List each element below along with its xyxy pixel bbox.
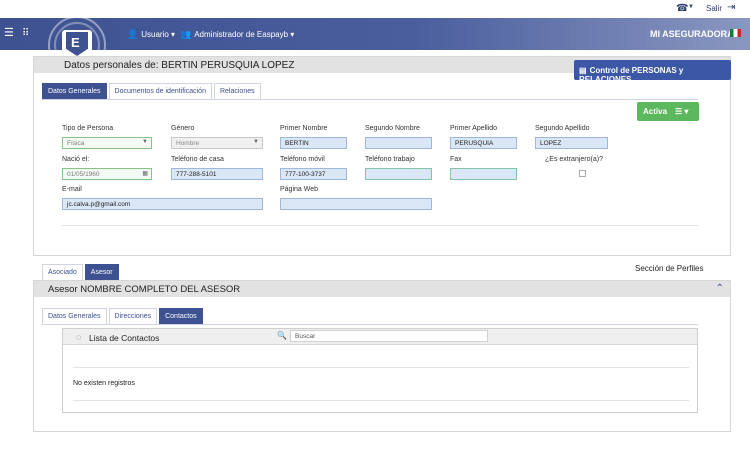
page-title: Datos personales de: BERTIN PERUSQUIA LO… (64, 60, 295, 71)
segundo-apellido-field[interactable]: LOPEZ (535, 137, 608, 149)
logout-link[interactable]: Salir (706, 4, 722, 13)
primer-apellido-field[interactable]: PERUSQUIA (450, 137, 517, 149)
contacts-title: Lista de Contactos (89, 333, 160, 343)
telefono-trabajo-field[interactable] (365, 168, 432, 180)
fax-field[interactable] (450, 168, 517, 180)
empty-state-text: No existen registros (73, 380, 135, 387)
top-strip: ☎ ▼ Salir ⇥ (0, 0, 750, 18)
extranjero-label: ¿Es extranjero(a)? (545, 156, 603, 163)
tipo-persona-label: Tipo de Persona (62, 125, 114, 132)
list-icon: ☰ ▾ (675, 107, 689, 116)
tabs-divider (42, 99, 698, 100)
panel-header[interactable]: Asesor NOMBRE COMPLETO DEL ASESOR ⌃ (34, 281, 730, 297)
tab-contactos[interactable]: Contactos (159, 308, 203, 324)
primer-nombre-field[interactable]: BERTIN (280, 137, 347, 149)
apps-grid-icon[interactable]: ⠿ (22, 28, 29, 39)
nacio-label: Nació el: (62, 156, 90, 163)
telefono-trabajo-label: Teléfono trabajo (365, 156, 415, 163)
asesor-tabs: Datos Generales Direcciones Contactos (42, 308, 205, 324)
spinner-icon: ◌ (76, 332, 82, 342)
pagina-web-field[interactable] (280, 198, 432, 210)
fax-label: Fax (450, 156, 462, 163)
birthdate-field[interactable]: 01/05/1960 ▦ (62, 168, 152, 180)
personal-tabs: Datos Generales Documentos de identifica… (42, 83, 263, 99)
chevron-down-icon[interactable]: ▼ (688, 4, 694, 10)
contacts-header: ◌ Lista de Contactos 🔍 Buscar (63, 329, 697, 345)
status-button[interactable]: Activa ☰ ▾ (637, 102, 699, 121)
chevron-up-icon[interactable]: ⌃ (716, 283, 724, 294)
admin-menu[interactable]: 👥 Administrador de Easpayb ▾ (180, 29, 294, 40)
logo-letter: E (71, 35, 80, 50)
tipo-persona-select[interactable]: Física ▼ (62, 137, 152, 149)
main-navbar: ☰ ⠿ E 👤 Usuario ▾ 👥 Administrador de Easpa… (0, 16, 750, 74)
asesor-title: Asesor NOMBRE COMPLETO DEL ASESOR (48, 284, 241, 295)
search-icon: 🔍 (277, 331, 287, 340)
users-icon: 👥 (180, 29, 192, 39)
genero-value: Hombre (176, 140, 200, 147)
mexico-flag-icon[interactable] (730, 29, 741, 37)
genero-label: Género (171, 125, 195, 132)
contacts-list: ◌ Lista de Contactos 🔍 Buscar No existen… (62, 328, 698, 413)
control-relations-button[interactable]: ▤ Control de PERSONAS y RELACIONES (574, 60, 731, 84)
extranjero-checkbox[interactable] (579, 170, 586, 177)
primer-nombre-label: Primer Nombre (280, 125, 328, 132)
user-icon: 👤 (127, 29, 139, 39)
tab-datos-generales-asesor[interactable]: Datos Generales (42, 308, 107, 324)
search-input[interactable]: Buscar (290, 330, 488, 342)
email-label: E-mail (62, 186, 82, 193)
telefono-movil-label: Teléfono móvil (280, 156, 325, 163)
segundo-nombre-field[interactable] (365, 137, 432, 149)
calendar-icon[interactable]: ▦ (142, 170, 148, 177)
segundo-nombre-label: Segundo Nombre (365, 125, 420, 132)
status-button-label: Activa (643, 107, 668, 116)
list-divider (73, 400, 689, 401)
list-divider (73, 367, 689, 368)
tab-relaciones[interactable]: Relaciones (213, 83, 261, 99)
tab-asesor[interactable]: Asesor (84, 264, 119, 280)
logout-icon[interactable]: ⇥ (727, 2, 735, 13)
primer-apellido-label: Primer Apellido (450, 125, 498, 132)
id-card-icon: ▤ (579, 66, 587, 75)
tab-datos-generales[interactable]: Datos Generales (42, 83, 107, 99)
email-field[interactable]: jc.calva.p@gmail.com (62, 198, 263, 210)
pagina-web-label: Página Web (280, 186, 319, 193)
profile-tabs: Asociado Asesor (42, 264, 121, 280)
brand-name: MI ASEGURADORA (650, 29, 734, 39)
telefono-movil-field[interactable]: 777-100-3737 (280, 168, 347, 180)
user-menu-label: Usuario (141, 30, 169, 39)
telefono-casa-field[interactable]: 777-288-5101 (171, 168, 263, 180)
menu-icon[interactable]: ☰ (4, 28, 14, 39)
segundo-apellido-label: Segundo Apellido (535, 125, 590, 132)
user-menu[interactable]: 👤 Usuario ▾ (127, 29, 175, 40)
profiles-section-label: Sección de Perfiles (635, 264, 704, 273)
admin-menu-label: Administrador de Easpayb (194, 30, 289, 39)
telefono-casa-label: Teléfono de casa (171, 156, 224, 163)
genero-select[interactable]: Hombre ▼ (171, 137, 263, 149)
tab-direcciones[interactable]: Direcciones (108, 308, 158, 324)
chevron-down-icon: ▼ (253, 139, 259, 145)
tipo-persona-value: Física (67, 140, 85, 147)
phone-icon[interactable]: ☎ (676, 3, 688, 14)
form-divider (62, 225, 698, 226)
birthdate-value: 01/05/1960 (67, 171, 100, 178)
tab-asociado[interactable]: Asociado (42, 264, 83, 280)
chevron-down-icon: ▼ (142, 139, 148, 145)
tabs-divider (42, 324, 698, 325)
tab-documentos[interactable]: Documentos de identificación (108, 83, 212, 99)
